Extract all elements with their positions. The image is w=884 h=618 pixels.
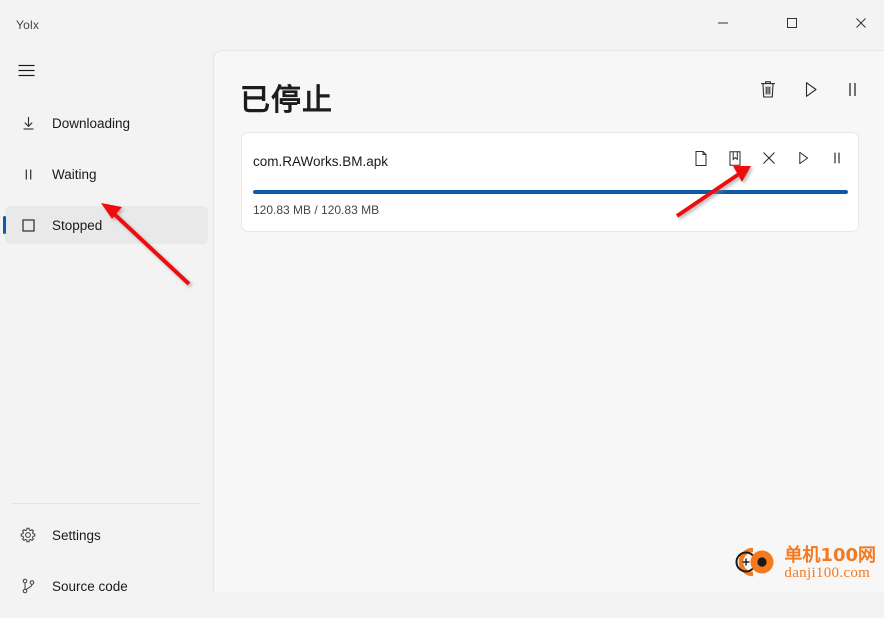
watermark-logo-icon (731, 543, 779, 586)
start-all-button[interactable] (795, 77, 825, 107)
main-panel: 已停止 com.RAWorks.BM.apk 120.83 MB / 120.8… (213, 50, 884, 592)
app-title: Yolx (16, 18, 40, 32)
stop-square-icon (19, 216, 37, 234)
sidebar-item-stopped[interactable]: Stopped (3, 206, 208, 244)
minimize-icon (717, 17, 729, 29)
maximize-icon (786, 17, 798, 29)
hamburger-menu-icon (18, 64, 35, 82)
delete-all-button[interactable] (753, 77, 783, 107)
sidebar-item-source-code[interactable]: Source code (5, 567, 208, 605)
play-icon (795, 150, 811, 171)
open-file-button[interactable] (689, 149, 712, 172)
resume-download-button[interactable] (791, 149, 814, 172)
sidebar-bottom-nav: Settings Source code (0, 516, 213, 618)
play-icon (801, 80, 820, 104)
download-filename: com.RAWorks.BM.apk (253, 154, 389, 169)
sidebar-item-label: Source code (52, 578, 128, 594)
trash-icon (759, 80, 777, 104)
download-item-card[interactable]: com.RAWorks.BM.apk 120.83 MB / 120.83 MB (241, 132, 859, 232)
git-branch-icon (19, 577, 37, 595)
title-bar: Yolx (0, 0, 884, 46)
open-folder-button[interactable] (723, 149, 746, 172)
pause-icon (843, 80, 862, 104)
download-progress-fill (253, 190, 848, 194)
download-icon (19, 114, 37, 132)
pause-icon (829, 150, 845, 171)
remove-download-button[interactable] (757, 149, 780, 172)
watermark: 单机100网 danji100.com (731, 543, 876, 586)
sidebar-item-settings[interactable]: Settings (5, 516, 208, 554)
close-button[interactable] (838, 0, 884, 46)
download-item-actions (689, 149, 848, 172)
sidebar-item-label: Downloading (52, 115, 131, 131)
sidebar-item-label: Stopped (52, 217, 103, 233)
sidebar-divider (12, 503, 201, 504)
sidebar-item-waiting[interactable]: Waiting (5, 155, 208, 193)
hamburger-menu-button[interactable] (8, 56, 44, 90)
pause-download-button[interactable] (825, 149, 848, 172)
pause-all-button[interactable] (837, 77, 867, 107)
pause-icon (19, 165, 37, 183)
maximize-button[interactable] (769, 0, 815, 46)
download-size-text: 120.83 MB / 120.83 MB (253, 203, 380, 217)
download-progress-bar (253, 190, 848, 194)
sidebar-nav: Downloading Waiting Stopped (0, 104, 213, 257)
close-icon (855, 17, 867, 29)
page-toolbar (753, 77, 867, 107)
gear-icon (19, 526, 37, 544)
folder-open-icon (727, 150, 743, 172)
page-title: 已停止 (240, 84, 333, 117)
watermark-text: 单机100网 danji100.com (784, 545, 876, 582)
sidebar-item-label: Waiting (52, 166, 97, 182)
selection-indicator (3, 216, 6, 234)
minimize-button[interactable] (700, 0, 746, 46)
close-icon (761, 150, 777, 171)
sidebar: Downloading Waiting Stopped Settings Sou… (0, 46, 213, 594)
sidebar-item-label: Settings (52, 527, 101, 543)
file-icon (693, 150, 709, 172)
watermark-line-2: danji100.com (784, 565, 871, 582)
sidebar-item-downloading[interactable]: Downloading (5, 104, 208, 142)
watermark-line-1: 单机100网 (784, 545, 876, 567)
